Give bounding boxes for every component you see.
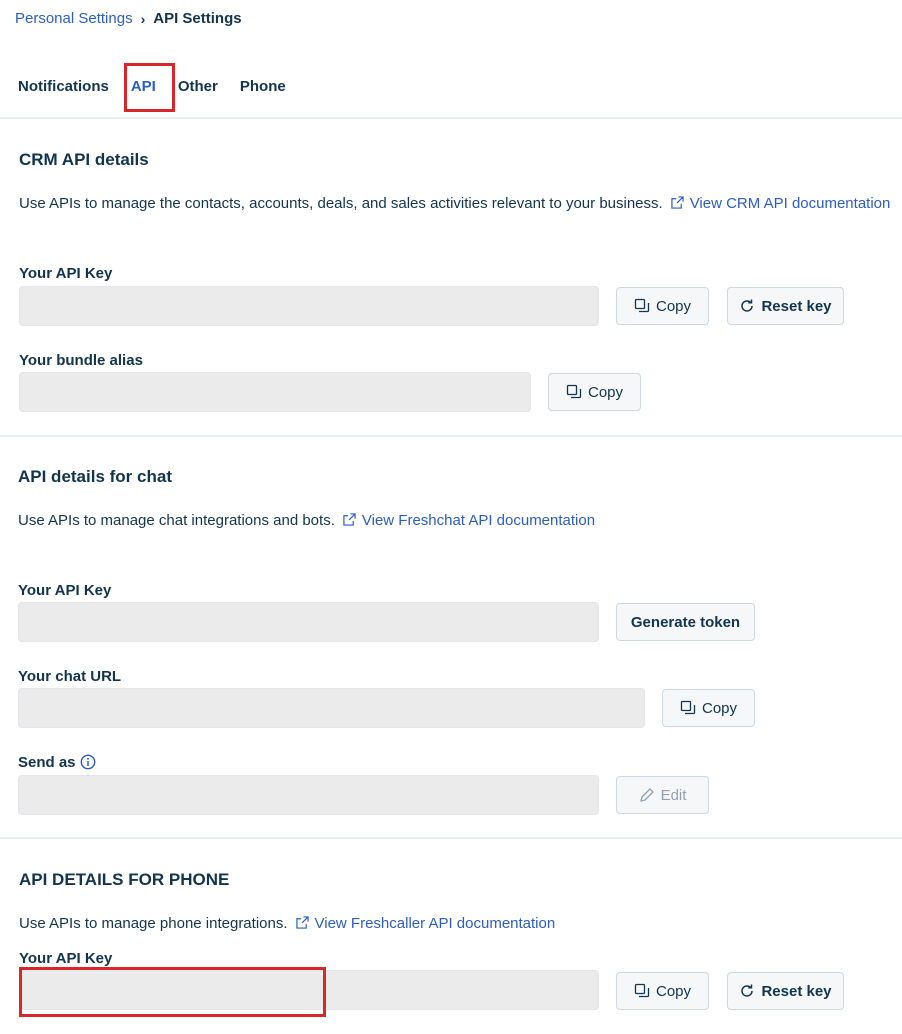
crm-doc-link-text: View CRM API documentation (689, 195, 891, 212)
phone-copy-button[interactable]: Copy (616, 972, 709, 1010)
send-as-label: Send as (18, 754, 96, 771)
crm-api-key-label: Your API Key (19, 265, 113, 282)
external-link-icon (671, 196, 684, 209)
send-as-text: Send as (18, 754, 76, 771)
phone-section-title: API DETAILS FOR PHONE (19, 870, 230, 889)
chat-section-description: Use APIs to manage chat integrations and… (18, 512, 595, 529)
edit-label: Edit (660, 786, 687, 804)
chevron-right-icon: › (140, 10, 146, 27)
breadcrumb-personal-settings[interactable]: Personal Settings (15, 10, 133, 27)
phone-copy-label: Copy (655, 982, 692, 1000)
send-as-field[interactable] (18, 775, 599, 815)
phone-doc-link[interactable]: View Freshcaller API documentation (295, 915, 556, 932)
api-settings-page: Personal Settings › API Settings Notific… (0, 0, 902, 1034)
copy-icon (566, 384, 582, 399)
refresh-icon (741, 299, 754, 312)
section-divider (0, 837, 902, 839)
crm-api-key-field[interactable] (19, 286, 599, 326)
generate-token-button[interactable]: Generate token (616, 603, 755, 641)
crm-copy-label: Copy (655, 297, 692, 315)
phone-reset-label: Reset key (761, 982, 832, 1000)
bundle-alias-copy-button[interactable]: Copy (548, 373, 641, 411)
info-icon[interactable] (80, 754, 96, 770)
crm-description-text: Use APIs to manage the contacts, account… (19, 195, 663, 212)
api-tab-highlight-box (124, 63, 175, 112)
chat-doc-link[interactable]: View Freshchat API documentation (343, 512, 595, 529)
copy-icon (634, 298, 650, 313)
crm-reset-label: Reset key (761, 297, 832, 315)
external-link-icon (343, 513, 356, 526)
crm-doc-link[interactable]: View CRM API documentation (671, 195, 891, 212)
chat-url-label: Your chat URL (18, 668, 122, 685)
crm-section-description: Use APIs to manage the contacts, account… (19, 195, 890, 212)
chat-section-title: API details for chat (18, 467, 172, 486)
copy-icon (680, 700, 696, 715)
external-link-icon (295, 916, 309, 929)
chat-url-copy-label: Copy (701, 699, 738, 717)
chat-api-key-label: Your API Key (18, 582, 112, 599)
phone-api-key-highlight-box (19, 967, 326, 1017)
breadcrumb: Personal Settings › API Settings (15, 10, 242, 27)
section-divider (0, 435, 902, 437)
crm-section-title: CRM API details (19, 150, 149, 169)
pencil-icon (639, 788, 654, 802)
crm-reset-key-button[interactable]: Reset key (727, 287, 844, 325)
breadcrumb-current: API Settings (153, 10, 242, 27)
chat-doc-link-text: View Freshchat API documentation (361, 512, 596, 529)
send-as-edit-button[interactable]: Edit (616, 776, 709, 814)
crm-bundle-alias-label: Your bundle alias (19, 352, 143, 369)
tab-notifications[interactable]: Notifications (18, 70, 109, 110)
generate-token-label: Generate token (630, 613, 741, 631)
crm-bundle-alias-field[interactable] (19, 372, 531, 412)
phone-reset-key-button[interactable]: Reset key (727, 972, 844, 1010)
phone-doc-link-text: View Freshcaller API documentation (314, 915, 556, 932)
tab-phone[interactable]: Phone (240, 70, 286, 110)
crm-copy-button[interactable]: Copy (616, 287, 709, 325)
tab-other[interactable]: Other (178, 70, 218, 110)
phone-api-key-label: Your API Key (19, 950, 113, 967)
phone-description-text: Use APIs to manage phone integrations. (19, 915, 288, 932)
refresh-icon (741, 984, 754, 997)
bundle-alias-copy-label: Copy (587, 383, 624, 401)
phone-section-description: Use APIs to manage phone integrations. Vi… (19, 915, 555, 932)
chat-url-copy-button[interactable]: Copy (662, 689, 755, 727)
chat-url-field[interactable] (18, 688, 645, 728)
copy-icon (634, 983, 650, 998)
chat-api-key-field[interactable] (18, 602, 599, 642)
tabs-divider (0, 117, 902, 119)
chat-description-text: Use APIs to manage chat integrations and… (18, 512, 335, 529)
